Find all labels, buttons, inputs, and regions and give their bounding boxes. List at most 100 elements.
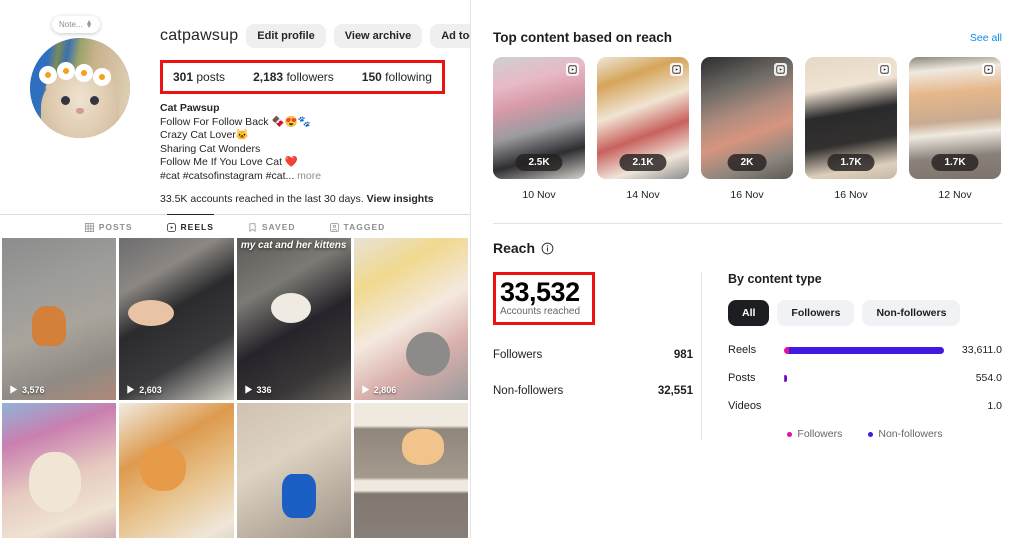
legend-label-non-followers: Non-followers [878,428,943,440]
legend-item-followers: Followers [787,428,842,440]
bio-hashtags-row: #cat #catsofinstagram #cat... more [160,170,470,184]
reach-total-value: 33,532 [500,277,580,307]
grid-item[interactable] [119,403,234,538]
top-content-card[interactable]: 2.1K 14 Nov [597,57,689,201]
card-thumbnail[interactable]: 2.5K [493,57,585,179]
bar-value-videos: 1.0 [987,400,1002,412]
info-icon[interactable] [541,242,554,255]
note-stepper-icon: ▲ ▼ [85,18,93,30]
grid-item[interactable] [236,403,351,538]
reach-body: 33,532 Accounts reached Followers 981 No… [493,272,1002,440]
bar-label-videos: Videos [728,400,762,412]
chart-legend: Followers Non-followers [728,428,1002,440]
reach-summary-column: 33,532 Accounts reached Followers 981 No… [493,272,701,440]
card-thumbnail[interactable]: 1.7K [909,57,1001,179]
by-content-type-title: By content type [728,272,822,286]
insights-pane: Top content based on reach See all 2.5K … [470,0,1024,538]
view-insights-link[interactable]: View insights [367,193,434,205]
note-bubble[interactable]: Note... ▲ ▼ [52,16,100,33]
legend-label-followers: Followers [797,428,843,440]
legend-dot-non-followers [868,431,874,437]
grid-item-views: 2,603 [125,384,162,395]
content-type-bar-chart: Reels 33,611.0 Posts 554.0 Videos 1.0 [728,344,1002,412]
see-all-link[interactable]: See all [970,32,1002,44]
card-date: 10 Nov [522,189,556,201]
ad-tools-button[interactable]: Ad tools [430,24,470,48]
reel-icon [982,63,995,76]
stat-followers-value: 2,183 [253,70,284,84]
profile-pane: Note... ▲ ▼ catpawsup Edit profile View … [0,0,470,538]
bar-label-posts: Posts [728,372,756,384]
tab-reels-label: REELS [180,222,214,232]
tab-tagged[interactable]: TAGGED [329,222,386,235]
pill-non-followers[interactable]: Non-followers [862,300,961,326]
bar-label-reels: Reels [728,344,757,356]
top-content-card[interactable]: 2.5K 10 Nov [493,57,585,201]
bio: Cat Pawsup Follow For Follow Back 🍫😍🐾 Cr… [160,102,470,183]
bar-track-videos [784,403,944,410]
card-date: 16 Nov [834,189,868,201]
stat-following-label: following [385,70,432,84]
profile-info-column: catpawsup Edit profile View archive Ad t… [160,14,470,205]
tab-posts[interactable]: POSTS [84,222,133,235]
bar-row-videos: Videos 1.0 [728,400,1002,412]
tab-posts-label: POSTS [98,222,133,232]
avatar-column: Note... ▲ ▼ [0,14,160,205]
pill-all[interactable]: All [728,300,770,326]
grid-item[interactable] [2,403,117,538]
by-content-type-panel: By content type All Followers Non-follow… [701,272,1002,440]
reach-total-highlight: 33,532 Accounts reached [493,272,596,325]
username: catpawsup [160,27,239,44]
reach-breakdown-nonfollowers: Non-followers 32,551 [493,385,701,397]
cat-eye-left [61,96,70,105]
stat-following[interactable]: 150 following [362,70,432,84]
reach-section: Reach 33,532 Accounts reached Followers … [493,223,1002,440]
tab-saved[interactable]: SAVED [248,222,296,235]
grid-icon [84,222,94,232]
grid-item-views-value: 2,806 [373,384,397,395]
stats-row: 301 posts 2,183 followers 150 following [160,60,445,94]
bar-segment-non-followers [788,346,944,354]
card-date: 14 Nov [626,189,660,201]
stat-posts[interactable]: 301 posts [173,70,225,84]
card-date: 16 Nov [730,189,764,201]
grid-item[interactable]: my cat and her kittens 336 [236,238,351,400]
cat-nose [76,108,84,114]
grid-item[interactable]: 2,603 [119,238,234,400]
grid-item[interactable] [353,403,468,538]
top-content-card[interactable]: 1.7K 16 Nov [805,57,897,201]
card-reach-badge: 2.5K [515,154,563,171]
top-content-card[interactable]: 1.7K 12 Nov [909,57,1001,201]
reel-icon [774,63,787,76]
stat-followers-label: followers [286,70,334,84]
reach-title-row: Reach [493,240,1002,256]
avatar-wrapper[interactable]: Note... ▲ ▼ [30,16,130,138]
reel-icon [878,63,891,76]
content-type-filter-pills: All Followers Non-followers [728,300,1002,326]
play-icon [244,385,252,394]
bio-hashtags: #cat #catsofinstagram #cat... [160,169,295,182]
tab-reels[interactable]: REELS [166,214,214,235]
edit-profile-button[interactable]: Edit profile [246,24,326,48]
grid-item[interactable]: 3,576 [2,238,117,400]
card-thumbnail[interactable]: 1.7K [805,57,897,179]
bio-more-link[interactable]: more [297,170,321,182]
bar-segment-non-followers [785,374,787,382]
card-thumbnail[interactable]: 2K [701,57,793,179]
reach-summary-text: 33.5K accounts reached in the last 30 da… [160,193,364,205]
bio-line-4: Follow Me If You Love Cat ❤️ [160,156,298,168]
card-thumbnail[interactable]: 2.1K [597,57,689,179]
stat-followers[interactable]: 2,183 followers [253,70,334,84]
view-archive-button[interactable]: View archive [333,24,423,48]
bar-row-reels: Reels 33,611.0 [728,344,1002,356]
grid-item-views-value: 2,603 [139,384,162,395]
avatar[interactable] [30,38,130,138]
top-content-card[interactable]: 2K 16 Nov [701,57,793,201]
bar-row-posts: Posts 554.0 [728,372,1002,384]
reach-summary-line: 33.5K accounts reached in the last 30 da… [160,193,470,205]
grid-item-views: 3,576 [8,384,45,395]
instagram-insights-screen: Note... ▲ ▼ catpawsup Edit profile View … [0,0,1024,538]
pill-followers[interactable]: Followers [777,300,855,326]
stat-posts-value: 301 [173,70,194,84]
grid-item[interactable]: 2,806 [353,238,468,400]
